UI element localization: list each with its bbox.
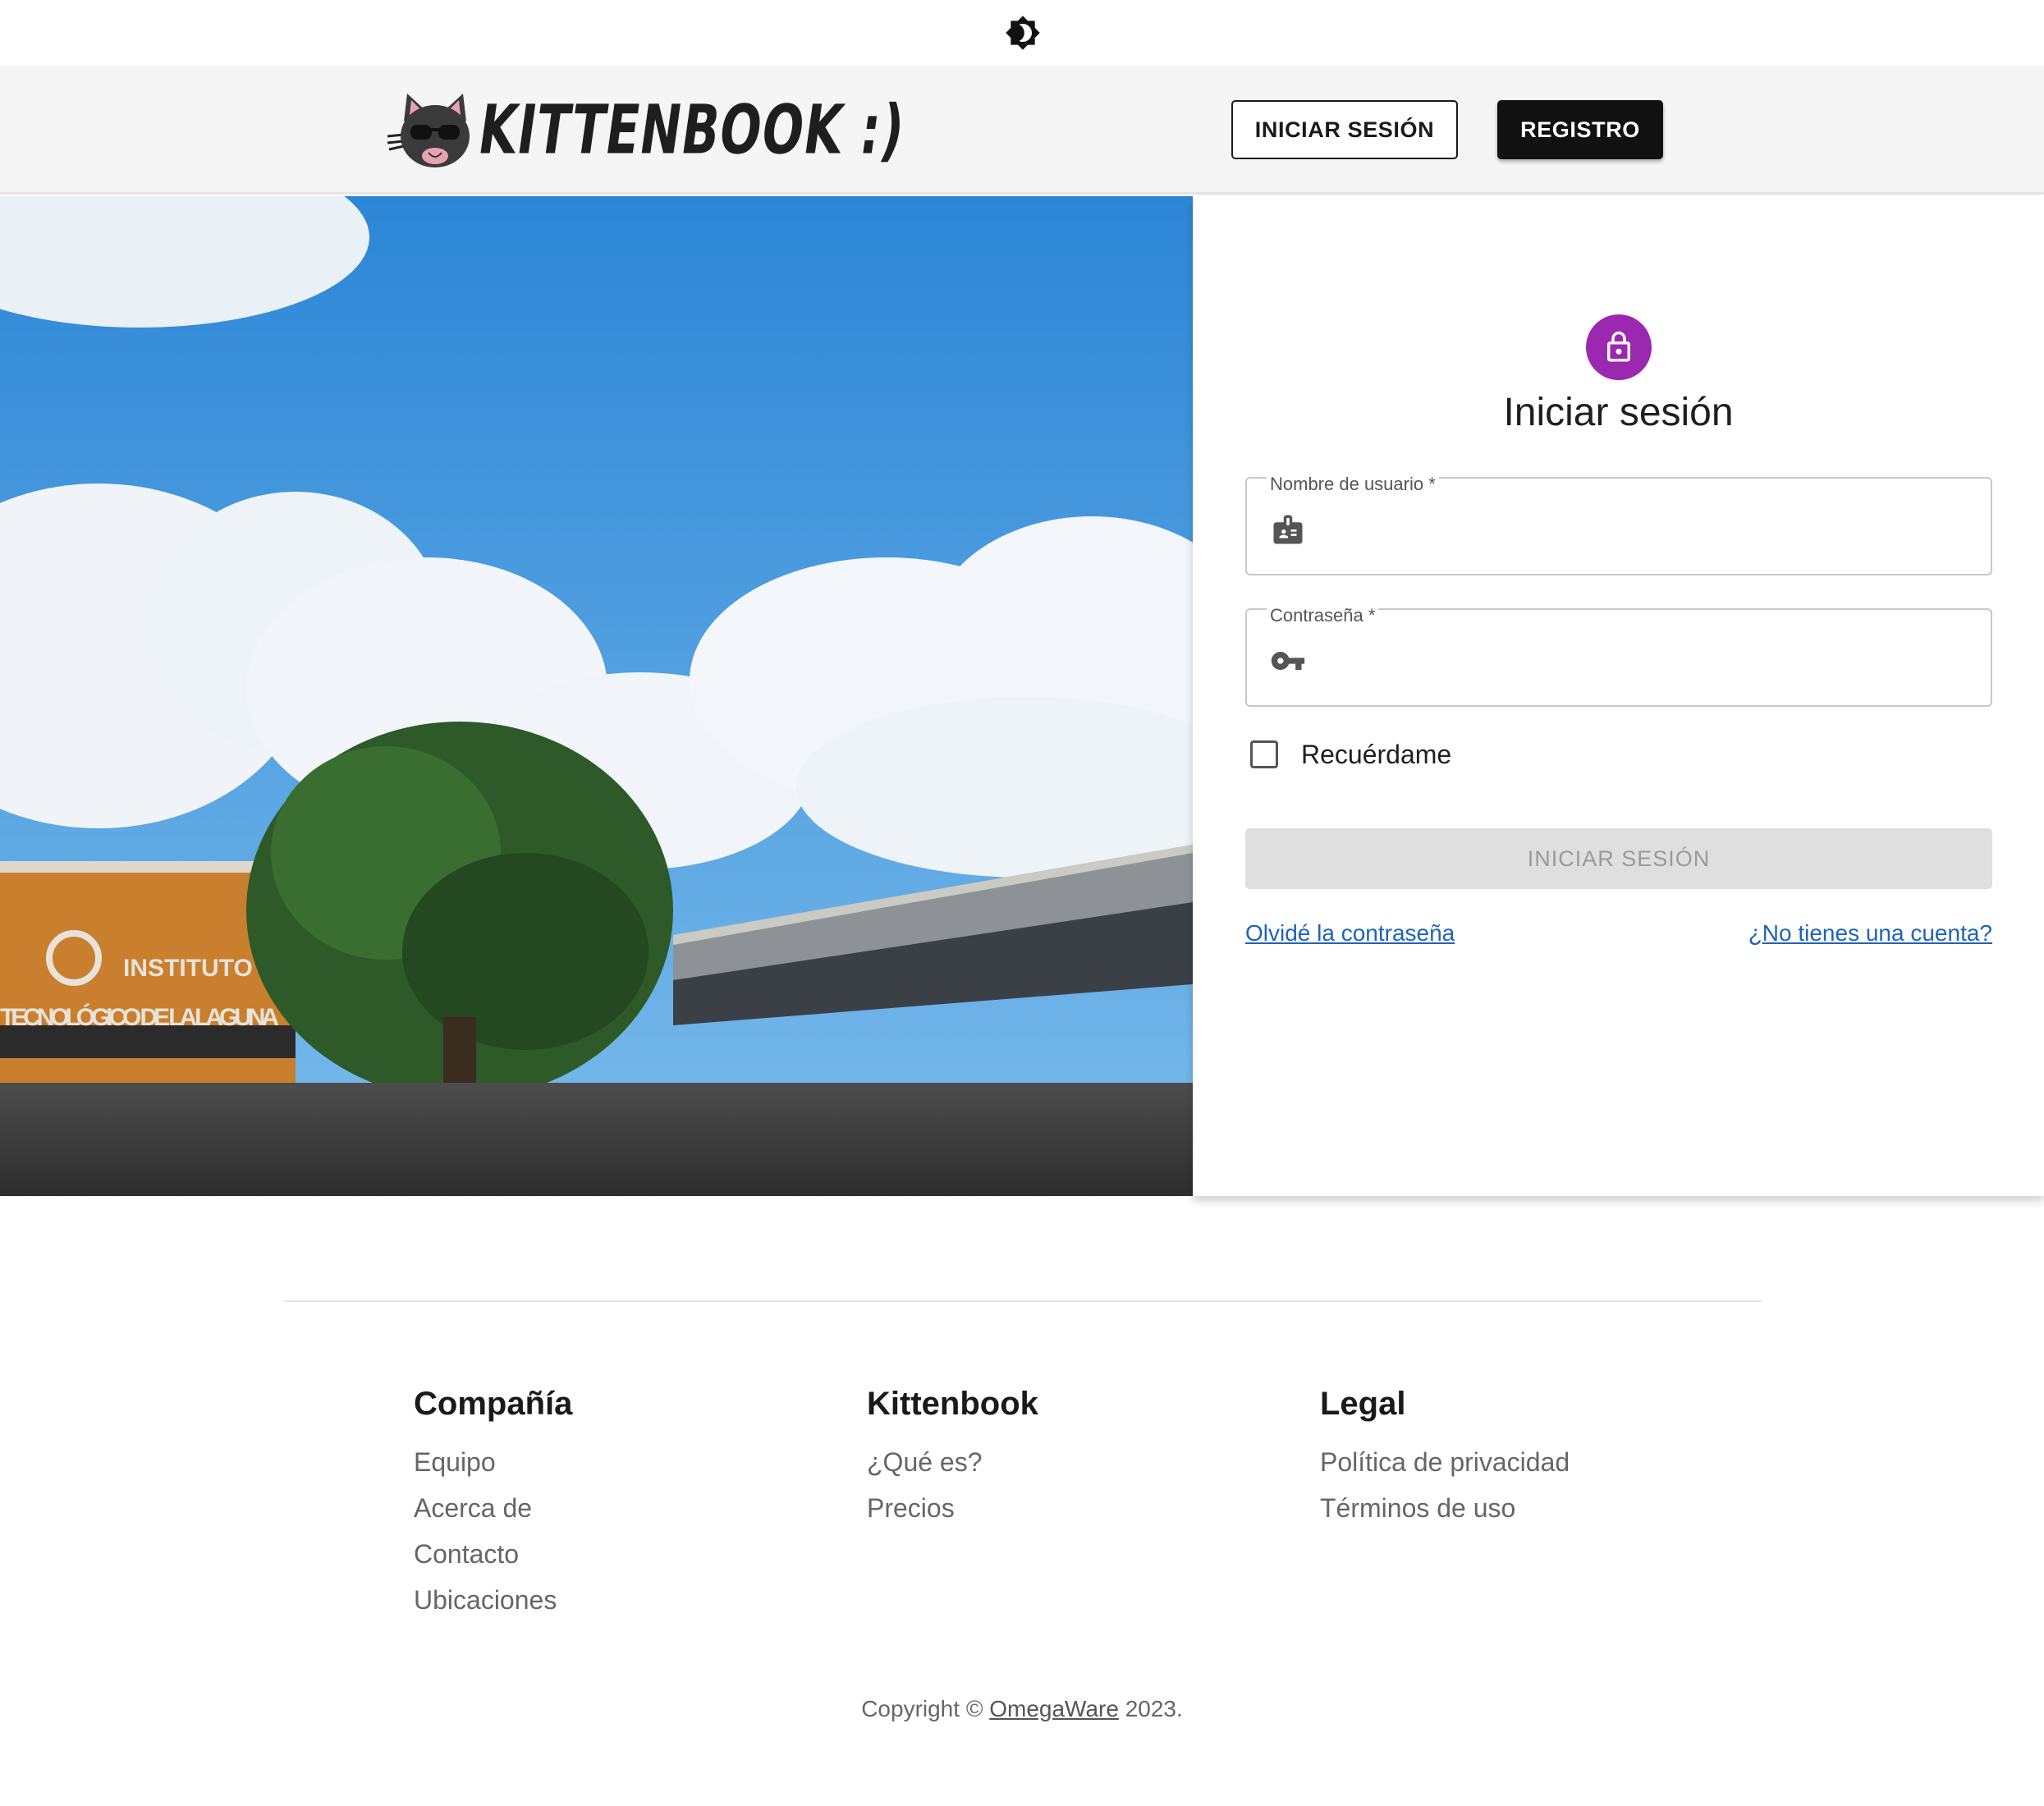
footer-link-about[interactable]: Acerca de (414, 1485, 572, 1531)
header-login-button[interactable]: INICIAR SESIÓN (1231, 100, 1458, 159)
footer-column-company: Compañía Equipo Acerca de Contacto Ubica… (414, 1386, 572, 1623)
lock-icon (1607, 331, 1630, 362)
theme-toggle-button[interactable] (1003, 13, 1043, 53)
road (0, 1083, 1193, 1196)
cat-sunglasses-icon (387, 94, 470, 167)
password-label: Contraseña * (1267, 605, 1379, 626)
password-input[interactable] (1321, 635, 1969, 684)
footer-link-locations[interactable]: Ubicaciones (414, 1577, 572, 1623)
copyright: Copyright © OmegaWare 2023. (0, 1696, 2044, 1722)
footer-link-team[interactable]: Equipo (414, 1439, 572, 1485)
footer-link-pricing[interactable]: Precios (867, 1485, 1038, 1531)
remember-checkbox[interactable] (1250, 740, 1278, 768)
username-label: Nombre de usuario * (1267, 474, 1439, 495)
login-title: Iniciar sesión (1503, 391, 1734, 434)
footer-link-contact[interactable]: Contacto (414, 1531, 572, 1577)
footer-link-terms[interactable]: Términos de uso (1320, 1485, 1570, 1531)
logo[interactable]: KITTENBOOK :) (386, 89, 910, 171)
footer-column-kittenbook: Kittenbook ¿Qué es? Precios (867, 1386, 1038, 1531)
footer-link-what-is[interactable]: ¿Qué es? (867, 1439, 1038, 1485)
remember-label: Recuérdame (1301, 739, 1452, 769)
username-field[interactable]: Nombre de usuario * (1245, 474, 1992, 575)
app-bar: KITTENBOOK :) INICIAR SESIÓN REGISTRO (0, 66, 2044, 195)
username-input[interactable] (1321, 503, 1969, 552)
sign-line2: TECNOLÓGICO DE LA LAGUNA (0, 1003, 279, 1031)
login-panel: Iniciar sesión Nombre de usuario * Contr… (1193, 196, 2044, 1196)
header-register-button[interactable]: REGISTRO (1497, 100, 1663, 159)
footer-column-legal: Legal Política de privacidad Términos de… (1320, 1386, 1570, 1531)
lock-avatar (1586, 314, 1652, 380)
footer-link-privacy[interactable]: Política de privacidad (1320, 1439, 1570, 1485)
footer-column-title: Legal (1320, 1386, 1406, 1422)
login-submit-button[interactable]: INICIAR SESIÓN (1245, 828, 1992, 889)
copyright-prefix: Copyright © (861, 1696, 990, 1721)
forgot-password-link[interactable]: Olvidé la contraseña (1245, 920, 1455, 947)
sign-line1: INSTITUTO (123, 955, 253, 982)
signup-link[interactable]: ¿No tienes una cuenta? (1748, 920, 1992, 947)
logo-text: KITTENBOOK :) (474, 89, 910, 170)
key-icon (1270, 643, 1306, 679)
campus-photo: INSTITUTO TECNOLÓGICO DE LA LAGUNA (0, 196, 1193, 1196)
badge-icon (1270, 511, 1306, 548)
top-strip (0, 0, 2044, 66)
password-field[interactable]: Contraseña * (1245, 605, 1992, 707)
copyright-suffix: 2023. (1118, 1696, 1183, 1721)
footer-column-title: Kittenbook (867, 1386, 1038, 1422)
omegaware-link[interactable]: OmegaWare (989, 1696, 1119, 1721)
footer-divider (284, 1300, 1762, 1302)
remember-me[interactable]: Recuérdame (1245, 734, 1451, 775)
footer-column-title: Compañía (414, 1386, 573, 1422)
brightness-icon (1006, 16, 1040, 50)
